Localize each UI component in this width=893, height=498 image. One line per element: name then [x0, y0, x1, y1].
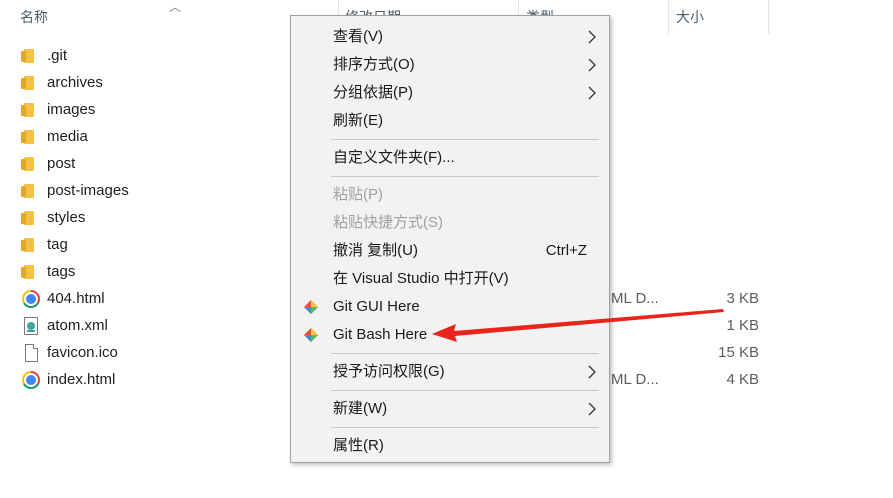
- menu-label: 撤消 复制(U): [333, 242, 418, 259]
- file-type: ML D...: [611, 290, 659, 307]
- menu-separator: [331, 390, 599, 391]
- menu-label: Git Bash Here: [333, 326, 428, 343]
- menu-separator: [331, 427, 599, 428]
- file-icon: [22, 344, 40, 362]
- menu-item-group-by[interactable]: 分组依据(P): [291, 79, 609, 107]
- file-size: 3 KB: [726, 290, 759, 307]
- menu-label: 排序方式(O): [333, 56, 415, 73]
- git-icon: [304, 300, 318, 314]
- file-type: ML D...: [611, 371, 659, 388]
- file-size: 1 KB: [726, 317, 759, 334]
- menu-label: 在 Visual Studio 中打开(V): [333, 270, 509, 287]
- menu-item-view[interactable]: 查看(V): [291, 23, 609, 51]
- sort-ascending-icon: ︿: [169, 0, 182, 14]
- menu-item-open-in-visual-studio[interactable]: 在 Visual Studio 中打开(V): [291, 265, 609, 293]
- chevron-right-icon: [588, 30, 596, 44]
- chevron-right-icon: [588, 86, 596, 100]
- chevron-right-icon: [588, 58, 596, 72]
- folder-icon: [21, 155, 40, 173]
- folder-icon: [21, 74, 40, 92]
- menu-separator: [331, 176, 599, 177]
- folder-icon: [21, 101, 40, 119]
- menu-item-paste[interactable]: 粘贴(P): [291, 181, 609, 209]
- menu-item-undo-copy[interactable]: 撤消 复制(U) Ctrl+Z: [291, 237, 609, 265]
- file-name: tag: [47, 236, 68, 253]
- menu-label: Git GUI Here: [333, 298, 420, 315]
- menu-label: 属性(R): [333, 437, 384, 454]
- menu-item-git-gui[interactable]: Git GUI Here: [291, 293, 609, 321]
- file-name: styles: [47, 209, 86, 226]
- file-name: favicon.ico: [47, 344, 118, 361]
- folder-icon: [21, 236, 40, 254]
- context-menu: 查看(V) 排序方式(O) 分组依据(P) 刷新(E) 自定义文件夹(F)...…: [290, 15, 610, 463]
- chevron-right-icon: [588, 402, 596, 416]
- menu-item-refresh[interactable]: 刷新(E): [291, 107, 609, 135]
- menu-item-paste-shortcut[interactable]: 粘贴快捷方式(S): [291, 209, 609, 237]
- file-name: 404.html: [47, 290, 105, 307]
- file-name: index.html: [47, 371, 116, 388]
- menu-label: 粘贴(P): [333, 186, 383, 203]
- menu-item-customize-folder[interactable]: 自定义文件夹(F)...: [291, 144, 609, 172]
- folder-icon: [21, 209, 40, 227]
- xml-file-icon: [22, 317, 40, 335]
- menu-item-git-bash[interactable]: Git Bash Here: [291, 321, 609, 349]
- column-name-header[interactable]: 名称: [20, 0, 48, 34]
- file-name: post: [47, 155, 76, 172]
- file-name: .git: [47, 47, 68, 64]
- menu-separator: [331, 139, 599, 140]
- column-divider[interactable]: [768, 0, 769, 34]
- menu-label: 授予访问权限(G): [333, 363, 445, 380]
- file-name: post-images: [47, 182, 129, 199]
- file-name: images: [47, 101, 96, 118]
- folder-icon: [21, 263, 40, 281]
- file-name: tags: [47, 263, 76, 280]
- file-size: 4 KB: [726, 371, 759, 388]
- file-name: atom.xml: [47, 317, 108, 334]
- menu-separator: [331, 353, 599, 354]
- menu-item-properties[interactable]: 属性(R): [291, 432, 609, 460]
- git-icon: [304, 328, 318, 342]
- folder-icon: [21, 182, 40, 200]
- chrome-icon: [22, 371, 40, 389]
- file-name: archives: [47, 74, 103, 91]
- column-divider[interactable]: [668, 0, 669, 34]
- menu-item-grant-access[interactable]: 授予访问权限(G): [291, 358, 609, 386]
- menu-label: 查看(V): [333, 28, 383, 45]
- file-size: 15 KB: [718, 344, 759, 361]
- menu-item-sort-by[interactable]: 排序方式(O): [291, 51, 609, 79]
- folder-icon: [21, 128, 40, 146]
- folder-icon: [21, 47, 40, 65]
- menu-label: 分组依据(P): [333, 84, 413, 101]
- menu-label: 刷新(E): [333, 112, 383, 129]
- column-size-header[interactable]: 大小: [676, 0, 704, 34]
- menu-label: 粘贴快捷方式(S): [333, 214, 443, 231]
- menu-label: 新建(W): [333, 400, 388, 417]
- menu-label: 自定义文件夹(F)...: [333, 149, 455, 166]
- menu-item-new[interactable]: 新建(W): [291, 395, 609, 423]
- chrome-icon: [22, 290, 40, 308]
- chevron-right-icon: [588, 365, 596, 379]
- menu-shortcut: Ctrl+Z: [545, 242, 587, 259]
- file-name: media: [47, 128, 88, 145]
